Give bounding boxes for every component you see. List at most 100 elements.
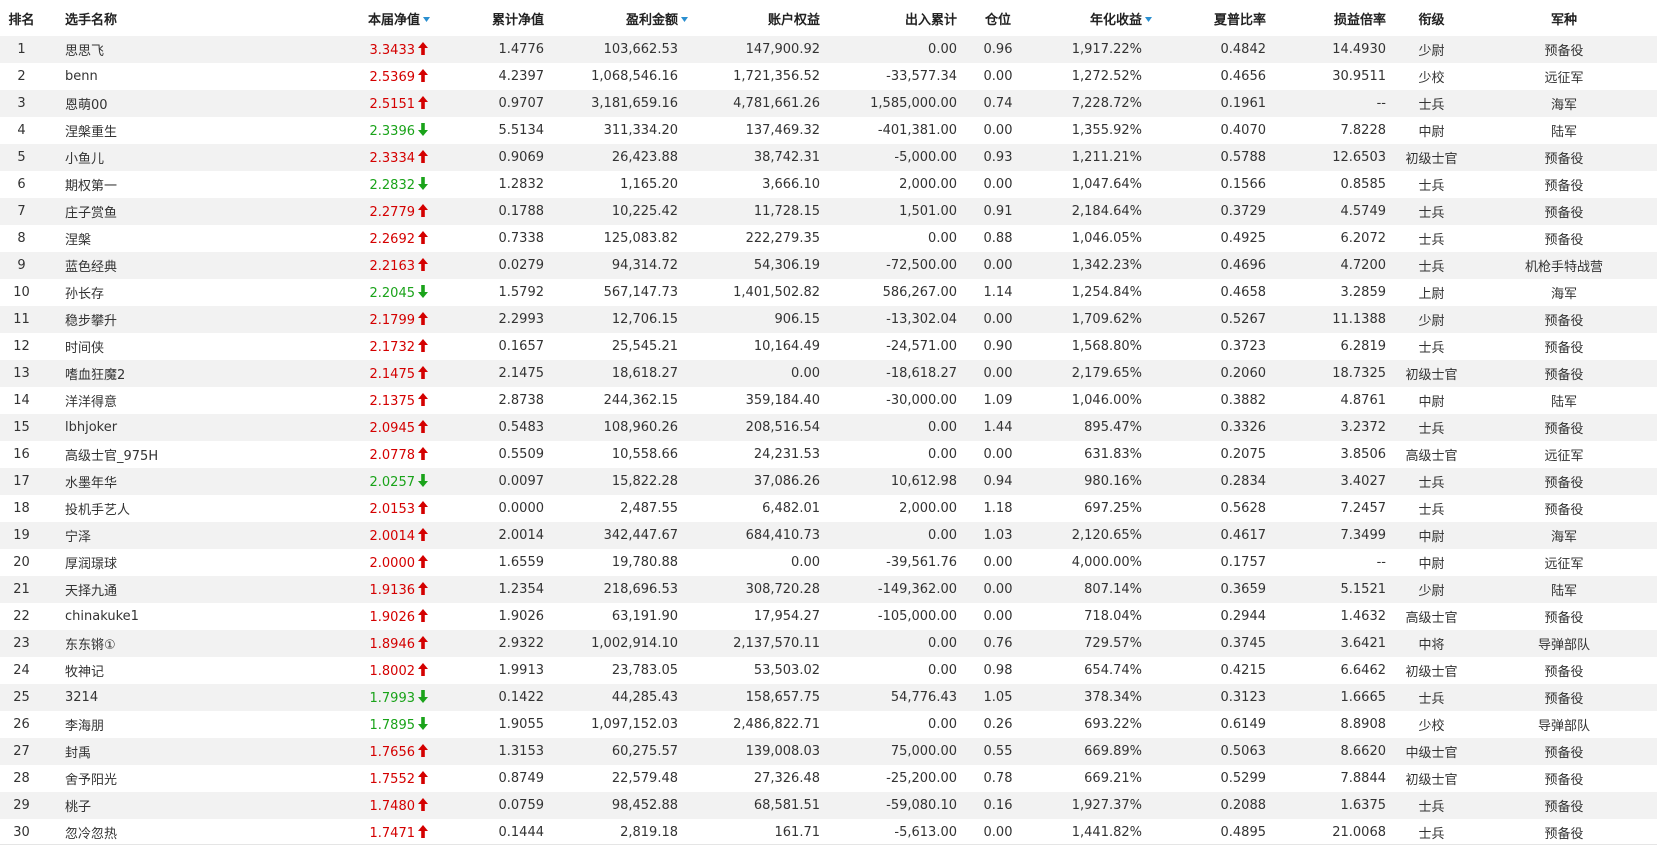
player-name-cell[interactable]: 3214: [43, 684, 340, 711]
position-cell: 0.00: [983, 366, 1013, 381]
player-name-cell[interactable]: 东东锵①: [43, 630, 340, 657]
header-label: 衔级: [1418, 12, 1445, 28]
header-grade[interactable]: 衔级: [1392, 0, 1471, 36]
header-rank[interactable]: 排名: [0, 0, 43, 36]
player-name-cell[interactable]: 厚润璟球: [43, 549, 340, 576]
player-name-cell[interactable]: 舍予阳光: [43, 765, 340, 792]
table-row[interactable]: 2 benn 2.5369 4.2397 1,068,546.16 1,721,356.5…: [0, 63, 1657, 90]
header-equity[interactable]: 账户权益: [688, 0, 826, 36]
player-name-cell[interactable]: 期权第一: [43, 171, 340, 198]
player-name-cell[interactable]: 蓝色经典: [43, 252, 340, 279]
flow-cell: 10,612.98: [890, 474, 957, 489]
annual-return-cell: 1,709.62%: [1071, 312, 1142, 327]
player-name-cell[interactable]: 宁泽: [43, 522, 340, 549]
player-name-cell[interactable]: 涅槃: [43, 225, 340, 252]
sort-desc-triangle-icon[interactable]: [1145, 11, 1152, 26]
player-name-cell[interactable]: 忽冷忽热: [43, 819, 340, 846]
player-name-cell[interactable]: 桃子: [43, 792, 340, 819]
header-sharpe[interactable]: 夏普比率: [1152, 0, 1272, 36]
grade-cell: 士兵: [1418, 422, 1445, 437]
header-pl-ratio[interactable]: 损益倍率: [1272, 0, 1392, 36]
player-name-cell[interactable]: 小鱼儿: [43, 144, 340, 171]
player-name-cell[interactable]: 稳步攀升: [43, 306, 340, 333]
header-player-name[interactable]: 选手名称: [43, 0, 340, 36]
table-row[interactable]: 10 孙长存 2.2045 1.5792 567,147.73 1,401,502.82 5…: [0, 279, 1657, 306]
table-row[interactable]: 30 忽冷忽热 1.7471 0.1444 2,819.18 161.71 -5,613.0…: [0, 819, 1657, 846]
current-nav-cell: 2.2692: [340, 225, 430, 252]
annual-return-cell: 980.16%: [1084, 474, 1142, 489]
arrow-down-icon: [416, 473, 428, 490]
player-name-cell[interactable]: 封禹: [43, 738, 340, 765]
header-label: 排名: [8, 12, 35, 28]
table-row[interactable]: 16 高级士官_975H 2.0778 0.5509 10,558.66 24,231.5…: [0, 441, 1657, 468]
table-row[interactable]: 21 天择九通 1.9136 1.2354 218,696.53 308,720.28 -1…: [0, 576, 1657, 603]
table-row[interactable]: 18 投机手艺人 2.0153 0.0000 2,487.55 6,482.01 2,000…: [0, 495, 1657, 522]
table-row[interactable]: 25 3214 1.7993 0.1422 44,285.43 158,657.75 54,…: [0, 684, 1657, 711]
table-row[interactable]: 14 洋洋得意 2.1375 2.8738 244,362.15 359,184.40 -3…: [0, 387, 1657, 414]
current-nav-value: 1.7993: [369, 690, 416, 706]
player-name-cell[interactable]: 洋洋得意: [43, 387, 340, 414]
table-row[interactable]: 12 时间侠 2.1732 0.1657 25,545.21 10,164.49 -24,5…: [0, 333, 1657, 360]
player-name-cell[interactable]: 涅槃重生: [43, 117, 340, 144]
table-row[interactable]: 9 蓝色经典 2.2163 0.0279 94,314.72 54,306.19 -72,5…: [0, 252, 1657, 279]
annual-return-cell: 693.22%: [1084, 717, 1142, 732]
table-row[interactable]: 15 lbhjoker 2.0945 0.5483 108,960.26 208,516.…: [0, 414, 1657, 441]
player-name-cell[interactable]: 孙长存: [43, 279, 340, 306]
table-row[interactable]: 6 期权第一 2.2832 1.2832 1,165.20 3,666.10 2,000.0…: [0, 171, 1657, 198]
table-row[interactable]: 26 李海朋 1.7895 1.9055 1,097,152.03 2,486,822.7…: [0, 711, 1657, 738]
player-name-cell[interactable]: 天择九通: [43, 576, 340, 603]
header-current-nav[interactable]: 本届净值: [340, 0, 430, 36]
table-row[interactable]: 29 桃子 1.7480 0.0759 98,452.88 68,581.51 -59,08…: [0, 792, 1657, 819]
sort-desc-triangle-icon[interactable]: [681, 11, 688, 26]
player-name-cell[interactable]: 李海朋: [43, 711, 340, 738]
table-row[interactable]: 13 嗜血狂魔2 2.1475 2.1475 18,618.27 0.00 -18,618.…: [0, 360, 1657, 387]
table-row[interactable]: 28 舍予阳光 1.7552 0.8749 22,579.48 27,326.48 -25,…: [0, 765, 1657, 792]
player-name-cell[interactable]: 投机手艺人: [43, 495, 340, 522]
player-name-cell[interactable]: 庄子赏鱼: [43, 198, 340, 225]
table-row[interactable]: 24 牧神记 1.8002 1.9913 23,783.05 53,503.02 0.00 0…: [0, 657, 1657, 684]
position-cell: 0.93: [983, 150, 1013, 165]
header-cumulative-nav[interactable]: 累计净值: [430, 0, 550, 36]
player-name-cell[interactable]: benn: [43, 63, 340, 90]
equity-cell: 0.00: [791, 555, 820, 570]
table-row[interactable]: 20 厚润璟球 2.0000 1.6559 19,780.88 0.00 -39,561.7…: [0, 549, 1657, 576]
table-row[interactable]: 8 涅槃 2.2692 0.7338 125,083.82 222,279.35 0.00 0…: [0, 225, 1657, 252]
player-name-cell[interactable]: chinakuke1: [43, 603, 340, 630]
player-name-cell[interactable]: 恩萌00: [43, 90, 340, 117]
player-name-cell[interactable]: 高级士官_975H: [43, 441, 340, 468]
rank-cell: 1: [17, 42, 26, 57]
current-nav-cell: 3.3433: [340, 36, 430, 63]
sharpe-cell: 0.6149: [1220, 717, 1267, 732]
flow-cell: -13,302.04: [886, 312, 957, 327]
table-row[interactable]: 4 涅槃重生 2.3396 5.5134 311,334.20 137,469.32 -40…: [0, 117, 1657, 144]
table-row[interactable]: 27 封禹 1.7656 1.3153 60,275.57 139,008.03 75,00…: [0, 738, 1657, 765]
profit-cell: 108,960.26: [603, 420, 678, 435]
table-row[interactable]: 22 chinakuke1 1.9026 1.9026 63,191.90 17,954.…: [0, 603, 1657, 630]
player-name-cell[interactable]: 水墨年华: [43, 468, 340, 495]
player-name-cell[interactable]: lbhjoker: [43, 414, 340, 441]
table-row[interactable]: 1 思思飞 3.3433 1.4776 103,662.53 147,900.92 0.00…: [0, 36, 1657, 63]
player-name-cell[interactable]: 时间侠: [43, 333, 340, 360]
table-row[interactable]: 19 宁泽 2.0014 2.0014 342,447.67 684,410.73 0.00…: [0, 522, 1657, 549]
player-name-cell[interactable]: 牧神记: [43, 657, 340, 684]
grade-cell: 士兵: [1418, 341, 1445, 356]
grade-cell: 高级士官: [1405, 611, 1458, 626]
header-label: 选手名称: [65, 12, 118, 28]
sort-desc-triangle-icon[interactable]: [423, 11, 430, 26]
profit-cell: 44,285.43: [611, 690, 678, 705]
player-name-cell[interactable]: 思思飞: [43, 36, 340, 63]
header-flow[interactable]: 出入累计: [826, 0, 963, 36]
table-row[interactable]: 23 东东锵① 1.8946 2.9322 1,002,914.10 2,137,570.…: [0, 630, 1657, 657]
header-position[interactable]: 仓位: [963, 0, 1033, 36]
table-row[interactable]: 7 庄子赏鱼 2.2779 0.1788 10,225.42 11,728.15 1,501…: [0, 198, 1657, 225]
table-row[interactable]: 5 小鱼儿 2.3334 0.9069 26,423.88 38,742.31 -5,000…: [0, 144, 1657, 171]
table-row[interactable]: 3 恩萌00 2.5151 0.9707 3,181,659.16 4,781,661.2…: [0, 90, 1657, 117]
table-row[interactable]: 17 水墨年华 2.0257 0.0097 15,822.28 37,086.26 10,6…: [0, 468, 1657, 495]
position-cell: 0.16: [983, 798, 1013, 813]
header-annual-return[interactable]: 年化收益: [1033, 0, 1152, 36]
position-cell: 0.78: [983, 771, 1013, 786]
header-branch[interactable]: 军种: [1471, 0, 1657, 36]
player-name-cell[interactable]: 嗜血狂魔2: [43, 360, 340, 387]
table-row[interactable]: 11 稳步攀升 2.1799 2.2993 12,706.15 906.15 -13,302…: [0, 306, 1657, 333]
header-profit[interactable]: 盈利金额: [550, 0, 688, 36]
